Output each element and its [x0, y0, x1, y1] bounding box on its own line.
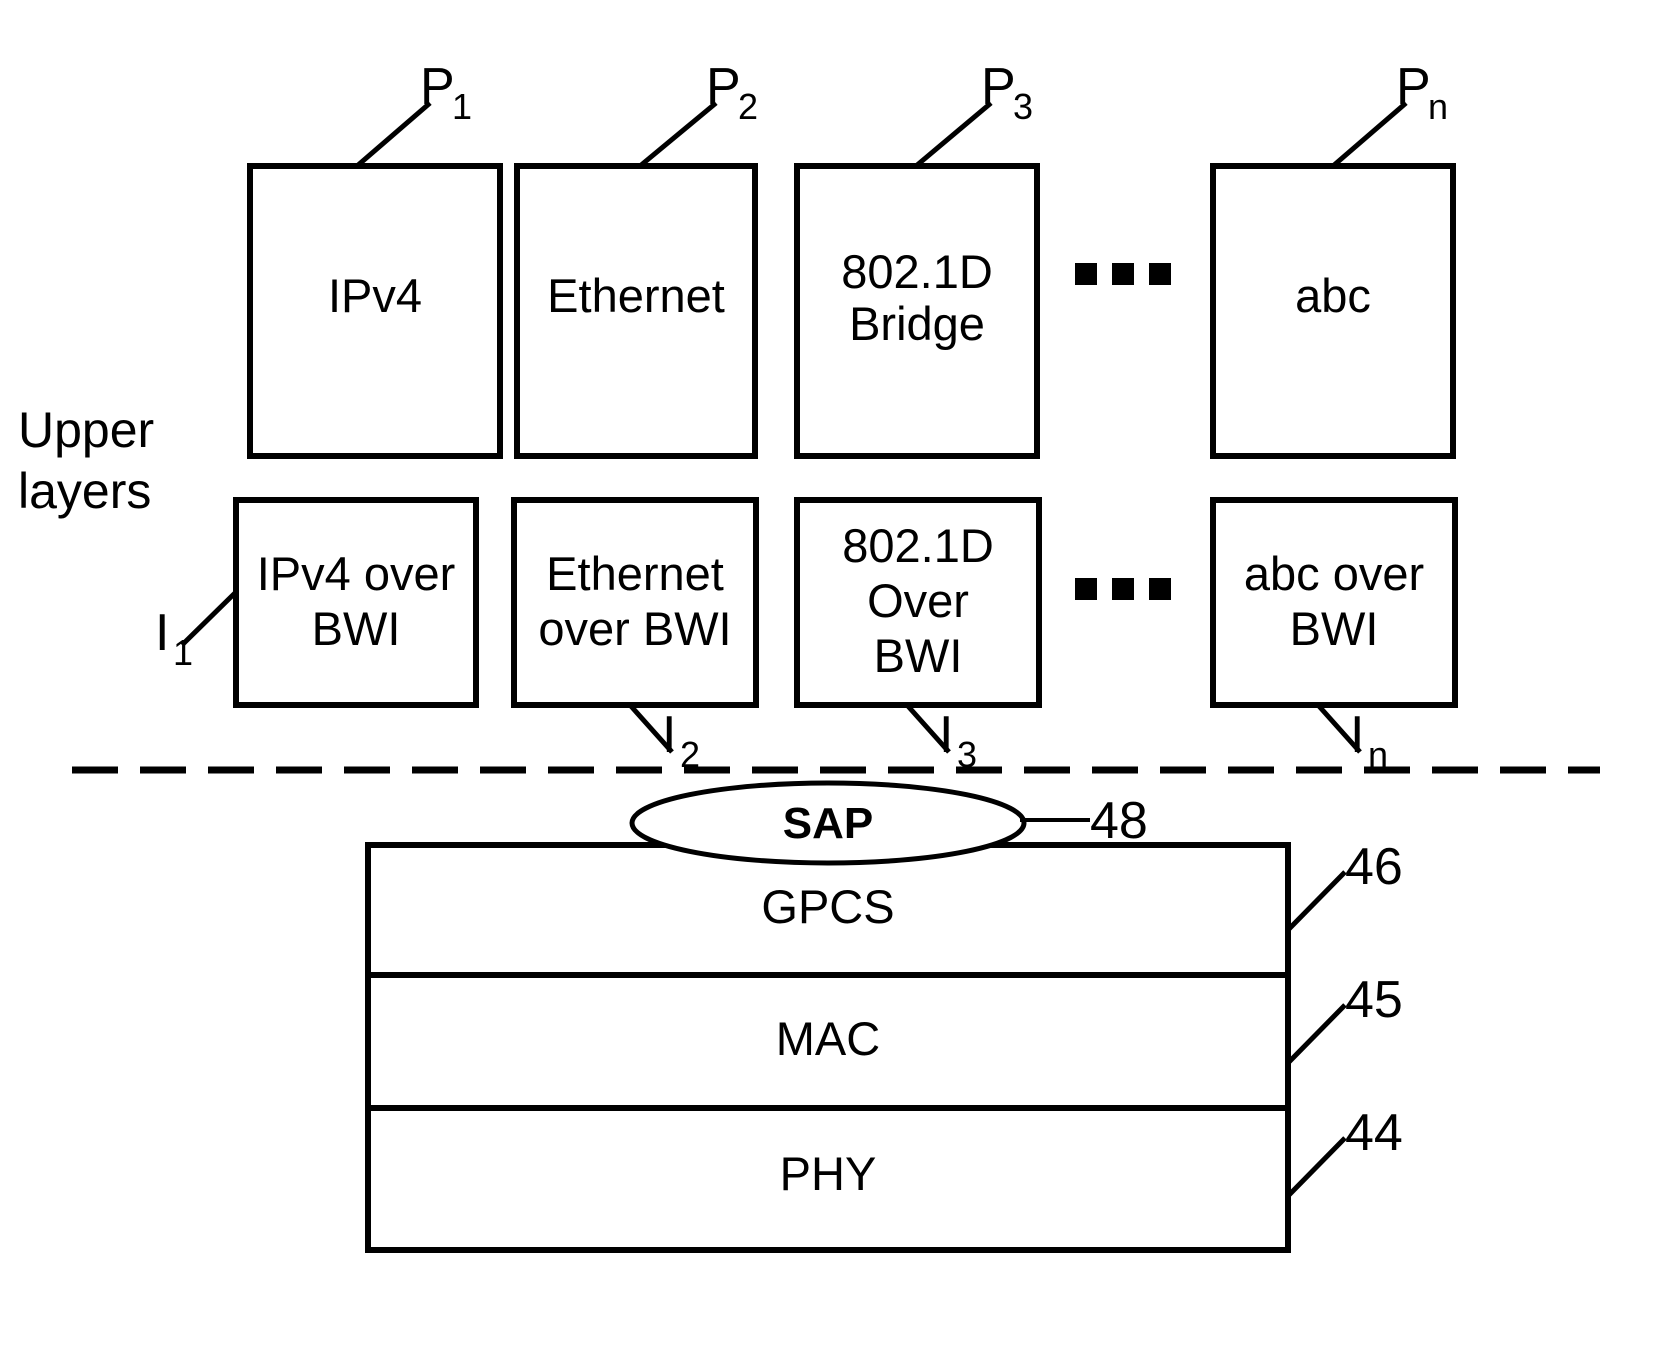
- interface-box-i2-label-line1: Ethernet: [546, 547, 724, 600]
- leader-line-p3: [914, 101, 993, 168]
- interface-box-i2[interactable]: Ethernet over BWI: [511, 497, 759, 708]
- interface-box-i3-label-line3: BWI: [874, 629, 963, 682]
- interface-box-i3[interactable]: 802.1D Over BWI: [794, 497, 1042, 708]
- stack-layer-gpcs-label: GPCS: [761, 880, 894, 933]
- ellipsis-dot-1: [1075, 263, 1097, 285]
- upper-layers-label: Upper layers: [18, 402, 154, 519]
- protocol-box-p3-label-line2: Bridge: [849, 297, 985, 350]
- sap-access-point[interactable]: SAP: [629, 780, 1027, 866]
- ref-number-46: 46: [1345, 838, 1403, 896]
- protocol-box-p2[interactable]: Ethernet: [514, 163, 758, 459]
- tag-in: I n: [1350, 706, 1388, 775]
- leader-line-p2: [638, 101, 718, 168]
- tag-pn-subscript: n: [1428, 86, 1448, 127]
- tag-i3-base: I: [939, 706, 953, 764]
- interface-box-in-label-line1: abc over: [1244, 547, 1424, 600]
- ref-number-48: 48: [1090, 792, 1148, 850]
- interface-box-in[interactable]: abc over BWI: [1210, 497, 1458, 708]
- tag-i2-base: I: [662, 706, 676, 764]
- upper-layers-line1: Upper: [18, 402, 154, 458]
- interface-box-i3-label-line1: 802.1D: [842, 519, 994, 572]
- tag-pn: P n: [1396, 58, 1448, 127]
- ellipsis-dot-4: [1075, 578, 1097, 600]
- stack-layer-mac[interactable]: MAC: [776, 1012, 880, 1065]
- protocol-box-pn-label-line1: abc: [1295, 269, 1371, 322]
- tag-p1-subscript: 1: [452, 86, 472, 127]
- ref-number-44: 44: [1345, 1104, 1403, 1162]
- stack-layer-mac-label: MAC: [776, 1012, 880, 1065]
- tag-p3-subscript: 3: [1013, 86, 1033, 127]
- leader-line-ref-45: [1286, 1003, 1347, 1065]
- protocol-box-pn[interactable]: abc: [1210, 163, 1456, 459]
- interface-box-i1-label-line2: BWI: [312, 602, 401, 655]
- protocol-box-p2-label-line1: Ethernet: [547, 269, 725, 322]
- tag-i1-subscript: 1: [173, 632, 193, 673]
- tag-p2-base: P: [706, 58, 741, 116]
- interface-box-i2-label-line2: over BWI: [538, 602, 731, 655]
- interface-row: IPv4 over BWI I 1 Ethernet over BWI I 2: [155, 497, 1458, 775]
- stack-layer-phy[interactable]: PHY: [780, 1147, 877, 1200]
- ellipsis-dot-2: [1112, 263, 1134, 285]
- tag-i1: I 1: [155, 604, 193, 673]
- tag-in-base: I: [1350, 706, 1364, 764]
- stack-layer-gpcs[interactable]: GPCS: [761, 880, 894, 933]
- ellipsis-dot-6: [1149, 578, 1171, 600]
- ref-number-45: 45: [1345, 971, 1403, 1029]
- sap-label: SAP: [783, 799, 873, 848]
- tag-p3: P 3: [981, 58, 1033, 127]
- protocol-row: IPv4 P 1 Ethernet P 2 802.1D Bridge P 3 …: [247, 58, 1456, 459]
- ellipsis-dot-3: [1149, 263, 1171, 285]
- protocol-stack: GPCS MAC PHY: [365, 842, 1291, 1253]
- tag-pn-base: P: [1396, 58, 1431, 116]
- patent-figure-svg: Upper layers IPv4 P 1 Ethernet P 2 802.1…: [18, 58, 1600, 1253]
- protocol-box-p3-label-line1: 802.1D: [841, 245, 993, 298]
- interface-box-in-label-line2: BWI: [1290, 602, 1379, 655]
- tag-p2: P 2: [706, 58, 758, 127]
- protocol-box-p1[interactable]: IPv4: [247, 163, 503, 459]
- tag-p2-subscript: 2: [738, 86, 758, 127]
- protocol-box-p1-label-line1: IPv4: [328, 269, 422, 322]
- upper-layers-line2: layers: [18, 463, 151, 519]
- interface-box-i3-label-line2: Over: [867, 574, 969, 627]
- tag-i2: I 2: [662, 706, 700, 775]
- interface-row-ellipsis: [1075, 578, 1171, 600]
- interface-box-i1[interactable]: IPv4 over BWI: [233, 497, 479, 708]
- ellipsis-dot-5: [1112, 578, 1134, 600]
- tag-i1-base: I: [155, 604, 169, 662]
- stack-layer-phy-label: PHY: [780, 1147, 877, 1200]
- leader-line-ref-44: [1286, 1136, 1347, 1198]
- leader-line-ref-46: [1286, 870, 1347, 932]
- tag-i3: I 3: [939, 706, 977, 775]
- protocol-row-ellipsis: [1075, 263, 1171, 285]
- protocol-box-p3[interactable]: 802.1D Bridge: [794, 163, 1040, 459]
- tag-p3-base: P: [981, 58, 1016, 116]
- tag-p1-base: P: [420, 58, 455, 116]
- figure-canvas: Upper layers IPv4 P 1 Ethernet P 2 802.1…: [0, 0, 1665, 1367]
- tag-p1: P 1: [420, 58, 472, 127]
- interface-box-i1-label-line1: IPv4 over: [257, 547, 456, 600]
